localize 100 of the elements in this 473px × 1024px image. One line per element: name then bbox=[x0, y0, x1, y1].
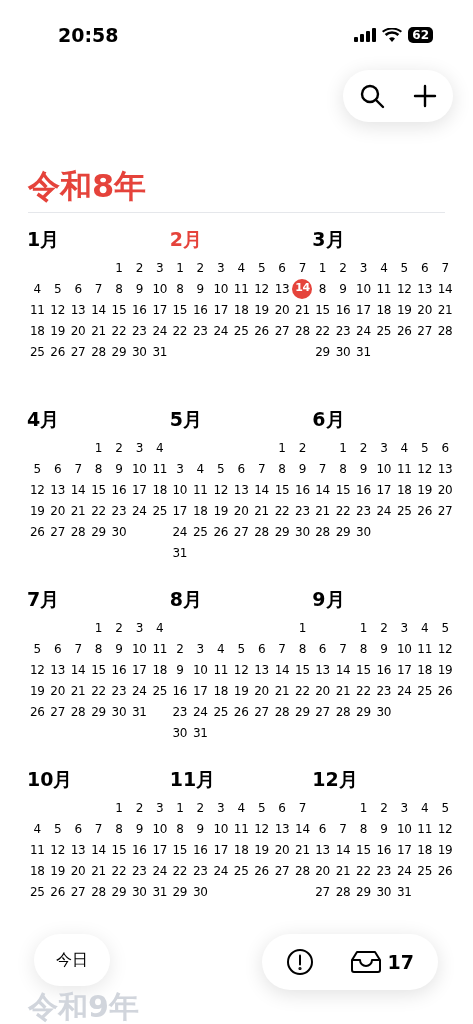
calendar-day: 12 bbox=[396, 279, 412, 298]
calendar-day: 12 bbox=[213, 480, 229, 499]
calendar-day: 19 bbox=[254, 840, 269, 859]
calendar-day: 15 bbox=[274, 480, 290, 499]
calendar-day: 23 bbox=[376, 681, 392, 700]
inbox-icon[interactable] bbox=[349, 950, 382, 974]
calendar-day: 25 bbox=[152, 681, 168, 700]
calendar-day: 9 bbox=[359, 459, 368, 478]
calendar-day: 18 bbox=[213, 681, 229, 700]
calendar-day: 17 bbox=[356, 300, 371, 319]
calendar-day: 15 bbox=[111, 300, 127, 319]
calendar-day: 17 bbox=[192, 681, 208, 700]
month-title[interactable]: 6月 bbox=[312, 407, 345, 431]
calendar-day: 17 bbox=[396, 660, 412, 679]
calendar-day: 23 bbox=[111, 681, 127, 700]
calendar-day: 1 bbox=[278, 438, 286, 457]
calendar-day: 11 bbox=[152, 639, 168, 658]
calendar-day: 7 bbox=[278, 639, 286, 658]
calendar-day: 22 bbox=[315, 321, 330, 340]
calendar-day: 13 bbox=[50, 480, 65, 499]
calendar-day: 26 bbox=[233, 702, 249, 721]
calendar-day: 22 bbox=[356, 861, 371, 880]
calendar-day: 12 bbox=[50, 840, 65, 859]
month-title[interactable]: 9月 bbox=[312, 587, 345, 611]
calendar-day: 19 bbox=[233, 681, 249, 700]
calendar-day: 15 bbox=[91, 660, 106, 679]
calendar-day: 21 bbox=[295, 840, 310, 859]
calendar-day: 31 bbox=[192, 723, 208, 742]
calendar-day: 15 bbox=[356, 840, 371, 859]
calendar-day: 28 bbox=[70, 522, 86, 541]
calendar-day: 28 bbox=[91, 342, 106, 361]
calendar-day: 17 bbox=[152, 840, 168, 859]
inbox-count: 17 bbox=[387, 949, 414, 975]
calendar-day: 4 bbox=[33, 279, 41, 298]
calendar-day: 22 bbox=[172, 861, 188, 880]
calendar-day: 30 bbox=[295, 522, 310, 541]
calendar-day: 19 bbox=[437, 840, 453, 859]
calendar-day: 17 bbox=[396, 840, 412, 859]
calendar-day: 21 bbox=[91, 861, 106, 880]
calendar-day: 9 bbox=[196, 279, 204, 298]
calendar-day: 27 bbox=[233, 522, 249, 541]
calendar-day: 1 bbox=[318, 258, 327, 277]
calendar-day: 25 bbox=[29, 342, 45, 361]
calendar-day: 29 bbox=[356, 702, 371, 721]
calendar-day: 4 bbox=[156, 618, 164, 637]
calendar-day: 29 bbox=[172, 882, 188, 901]
calendar-day: 8 bbox=[359, 819, 368, 838]
calendar-day: 15 bbox=[91, 480, 106, 499]
add-icon[interactable] bbox=[413, 84, 437, 108]
month-title[interactable]: 4月 bbox=[27, 407, 60, 431]
calendar-day: 26 bbox=[50, 342, 65, 361]
calendar-day: 10 bbox=[213, 279, 229, 298]
calendar-day: 21 bbox=[335, 681, 351, 700]
calendar-day: 9 bbox=[115, 639, 123, 658]
calendar-day: 18 bbox=[233, 840, 249, 859]
month-title[interactable]: 1月 bbox=[27, 227, 60, 251]
calendar-day: 7 bbox=[339, 639, 347, 658]
calendar-day: 20 bbox=[315, 861, 330, 880]
calendar-day: 14 bbox=[70, 480, 86, 499]
calendar-day: 11 bbox=[233, 819, 249, 838]
month-title[interactable]: 3月 bbox=[312, 227, 345, 251]
calendar-day: 4 bbox=[421, 618, 429, 637]
calendar-day: 17 bbox=[132, 660, 147, 679]
alert-icon[interactable] bbox=[286, 948, 314, 976]
calendar-day: 8 bbox=[94, 459, 103, 478]
month-title[interactable]: 12月 bbox=[312, 767, 358, 791]
calendar-day: 14 bbox=[274, 660, 290, 679]
calendar-day: 8 bbox=[176, 819, 184, 838]
calendar-day: 2 bbox=[115, 438, 123, 457]
calendar-day: 24 bbox=[192, 702, 208, 721]
calendar-day: 14 bbox=[315, 480, 330, 499]
calendar-day: 19 bbox=[396, 300, 412, 319]
calendar-day: 30 bbox=[376, 702, 392, 721]
month-title[interactable]: 5月 bbox=[169, 407, 202, 431]
calendar-day: 20 bbox=[437, 480, 453, 499]
month-title[interactable]: 2月 bbox=[169, 227, 202, 251]
calendar-day: 10 bbox=[132, 639, 147, 658]
calendar-day: 13 bbox=[70, 840, 86, 859]
calendar-day: 28 bbox=[295, 861, 310, 880]
calendar-day: 12 bbox=[50, 300, 65, 319]
calendar-day: 16 bbox=[132, 840, 147, 859]
calendar-day: 16 bbox=[356, 480, 371, 499]
search-icon[interactable] bbox=[359, 83, 385, 109]
calendar-day: 26 bbox=[213, 522, 229, 541]
calendar-day: 11 bbox=[29, 840, 45, 859]
month-title[interactable]: 11月 bbox=[169, 767, 216, 791]
calendar-day: 24 bbox=[356, 321, 371, 340]
calendar-day: 27 bbox=[274, 321, 290, 340]
calendar-day: 29 bbox=[111, 882, 127, 901]
calendar-day: 24 bbox=[152, 321, 168, 340]
calendar-day: 24 bbox=[213, 861, 229, 880]
month-title[interactable]: 10月 bbox=[27, 767, 73, 791]
calendar-day: 10 bbox=[152, 279, 168, 298]
calendar-day: 18 bbox=[376, 300, 392, 319]
month-title[interactable]: 7月 bbox=[27, 587, 60, 611]
calendar-day: 2 bbox=[380, 618, 388, 637]
calendar-day: 22 bbox=[111, 321, 127, 340]
calendar-day: 5 bbox=[33, 639, 41, 658]
month-title[interactable]: 8月 bbox=[169, 587, 202, 611]
calendar-day: 13 bbox=[254, 660, 269, 679]
